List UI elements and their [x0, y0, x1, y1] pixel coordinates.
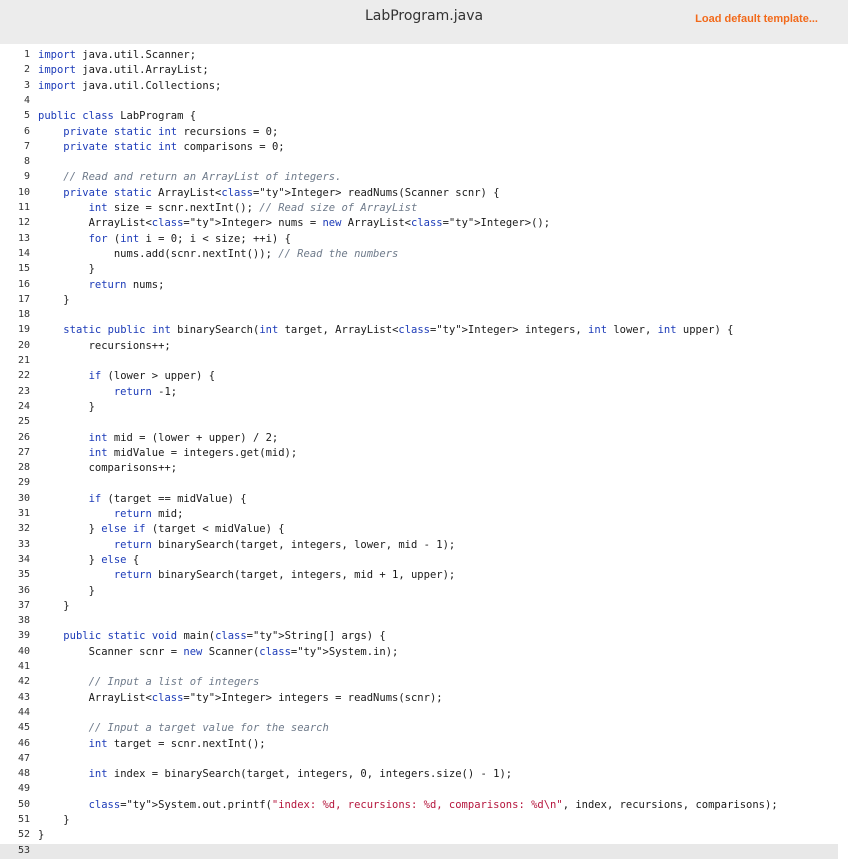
- code-line[interactable]: nums.add(scnr.nextInt()); // Read the nu…: [38, 248, 398, 260]
- code-line[interactable]: int size = scnr.nextInt(); // Read size …: [38, 202, 418, 214]
- line-number: 26: [17, 431, 30, 443]
- code-line[interactable]: }: [38, 294, 69, 306]
- code-line[interactable]: return binarySearch(target, integers, mi…: [38, 569, 455, 581]
- code-line[interactable]: }: [38, 600, 69, 612]
- code-line[interactable]: if (target == midValue) {: [38, 493, 247, 505]
- line-number: 27: [17, 446, 30, 458]
- code-line[interactable]: import java.util.Scanner;: [38, 49, 196, 61]
- line-number: 12: [17, 217, 30, 229]
- line-number: 20: [17, 339, 30, 351]
- line-number: 50: [17, 798, 30, 810]
- code-line[interactable]: import java.util.ArrayList;: [38, 64, 209, 76]
- line-number: 36: [17, 584, 30, 596]
- line-number: 3: [23, 79, 30, 91]
- code-line[interactable]: int target = scnr.nextInt();: [38, 738, 266, 750]
- line-number: 25: [17, 416, 30, 428]
- line-number: 13: [17, 232, 30, 244]
- code-line[interactable]: static public int binarySearch(int targe…: [38, 324, 733, 336]
- line-number: 44: [17, 706, 30, 718]
- line-number: 18: [17, 309, 30, 321]
- line-number: 52: [17, 829, 30, 841]
- code-line[interactable]: int midValue = integers.get(mid);: [38, 447, 298, 459]
- code-line[interactable]: Scanner scnr = new Scanner(class="ty">Sy…: [38, 646, 399, 658]
- line-number: 17: [17, 293, 30, 305]
- code-line[interactable]: public class LabProgram {: [38, 110, 196, 122]
- line-number: 49: [17, 783, 30, 795]
- line-number: 6: [23, 125, 30, 137]
- code-line[interactable]: }: [38, 401, 95, 413]
- line-number: 22: [17, 370, 30, 382]
- line-number: 42: [17, 676, 30, 688]
- line-number: 28: [17, 462, 30, 474]
- code-line[interactable]: int mid = (lower + upper) / 2;: [38, 432, 279, 444]
- line-number: 14: [17, 247, 30, 259]
- code-line[interactable]: return nums;: [38, 279, 165, 291]
- line-number: 37: [17, 599, 30, 611]
- line-number: 40: [17, 645, 30, 657]
- code-line[interactable]: ArrayList<class="ty">Integer> nums = new…: [38, 217, 551, 229]
- code-line[interactable]: private static int comparisons = 0;: [38, 141, 284, 153]
- line-number: 2: [23, 64, 30, 76]
- active-line-highlight: [0, 844, 838, 859]
- line-number: 5: [23, 110, 30, 122]
- line-number: 31: [17, 508, 30, 519]
- line-number: 46: [17, 737, 30, 749]
- code-line[interactable]: }: [38, 829, 44, 841]
- line-number: 43: [17, 691, 30, 703]
- code-line[interactable]: return mid;: [38, 508, 184, 520]
- line-number: 47: [17, 752, 30, 764]
- line-number: 51: [17, 814, 30, 825]
- line-number: 21: [17, 355, 30, 366]
- code-line[interactable]: int index = binarySearch(target, integer…: [38, 768, 513, 780]
- line-number: 30: [17, 492, 30, 504]
- code-line[interactable]: }: [38, 585, 95, 597]
- editor-header: LabProgram.java Load default template...: [0, 0, 848, 44]
- line-number: 9: [23, 171, 30, 183]
- code-line[interactable]: }: [38, 814, 69, 826]
- code-line[interactable]: // Read and return an ArrayList of integ…: [38, 171, 341, 183]
- code-editor[interactable]: 1 2 3 4 5 6 7 8 9 10 11 12 13 14 15 16 17 18 19 20 21 22 23 24 2…: [0, 44, 848, 862]
- line-number: 48: [17, 768, 30, 780]
- line-number: 38: [17, 615, 30, 627]
- code-line[interactable]: // Input a target value for the search: [38, 722, 329, 734]
- line-number: 41: [17, 661, 30, 672]
- code-line[interactable]: import java.util.Collections;: [38, 80, 221, 92]
- line-number: 19: [17, 324, 30, 336]
- line-number: 29: [17, 477, 30, 489]
- line-number: 53: [17, 844, 30, 856]
- code-line[interactable]: class="ty">System.out.printf("index: %d,…: [38, 799, 778, 811]
- code-line[interactable]: return binarySearch(target, integers, lo…: [38, 539, 455, 551]
- code-line[interactable]: return -1;: [38, 386, 177, 398]
- line-number: 39: [17, 630, 30, 642]
- code-line[interactable]: } else {: [38, 554, 140, 566]
- code-line[interactable]: if (lower > upper) {: [38, 370, 215, 382]
- line-number: 8: [23, 156, 30, 168]
- code-line[interactable]: private static ArrayList<class="ty">Inte…: [38, 187, 499, 199]
- line-number: 24: [17, 400, 30, 412]
- line-number: 32: [17, 523, 30, 535]
- code-line[interactable]: for (int i = 0; i < size; ++i) {: [38, 233, 291, 245]
- code-line[interactable]: recursions++;: [38, 340, 171, 352]
- line-number: 23: [17, 385, 30, 397]
- line-number: 45: [17, 722, 30, 734]
- code-line[interactable]: private static int recursions = 0;: [38, 126, 278, 138]
- code-line[interactable]: public static void main(class="ty">Strin…: [38, 630, 385, 642]
- line-number: 35: [17, 569, 30, 581]
- line-number: 1: [23, 49, 30, 60]
- line-number: 33: [17, 538, 30, 550]
- code-line[interactable]: }: [38, 263, 95, 275]
- code-line[interactable]: ArrayList<class="ty">Integer> integers =…: [38, 692, 443, 704]
- load-default-template-button[interactable]: Load default template...: [695, 13, 818, 25]
- code-line[interactable]: comparisons++;: [38, 462, 178, 474]
- line-number: 15: [17, 263, 30, 275]
- code-line[interactable]: // Input a list of integers: [38, 676, 260, 688]
- code-line[interactable]: } else if (target < midValue) {: [38, 523, 285, 535]
- line-number: 10: [17, 186, 30, 198]
- line-number: 7: [23, 140, 30, 152]
- line-number: 4: [23, 94, 30, 106]
- line-number: 34: [17, 553, 30, 565]
- line-number: 11: [17, 202, 30, 213]
- line-number: 16: [17, 278, 30, 290]
